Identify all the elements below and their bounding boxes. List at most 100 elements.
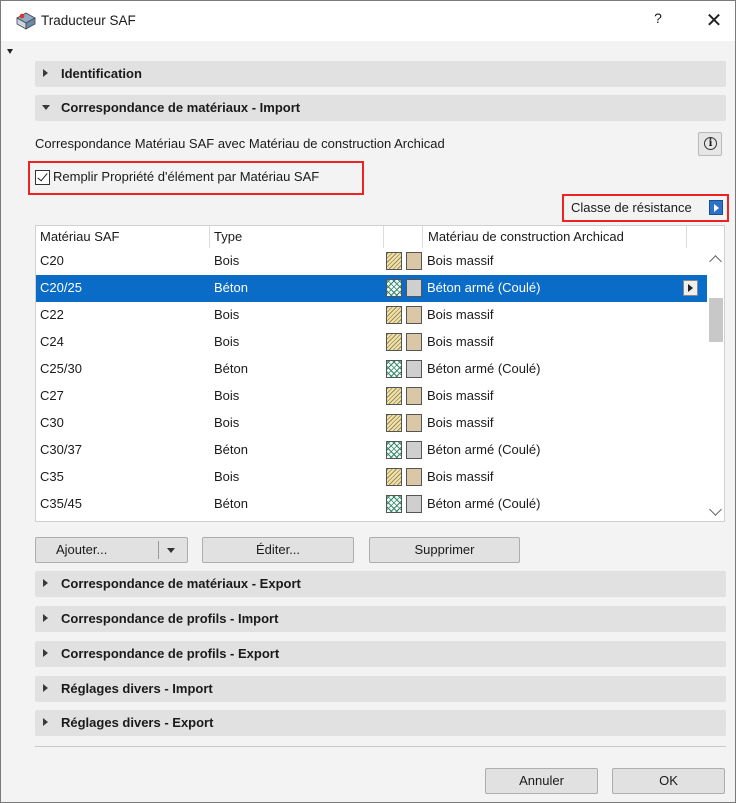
section-misc-export[interactable]: Réglages divers - Export xyxy=(35,710,726,736)
archicad-material-cell: Bois massif xyxy=(427,469,494,484)
table-row[interactable]: C35/45 Béton Béton armé (Coulé) xyxy=(36,491,707,518)
material-picker-arrow-icon[interactable] xyxy=(683,280,698,296)
info-button[interactable]: i xyxy=(698,132,722,156)
type-cell: Béton xyxy=(214,442,248,457)
archicad-material-cell: Bois massif xyxy=(427,388,494,403)
type-cell: Béton xyxy=(214,496,248,511)
section-label: Correspondance de matériaux - Export xyxy=(61,576,301,591)
app-icon xyxy=(16,12,36,30)
fill-property-checkbox[interactable] xyxy=(35,170,50,185)
wood-hatch-icon xyxy=(386,387,402,405)
saf-material-cell: C22 xyxy=(40,307,64,322)
delete-button[interactable]: Supprimer xyxy=(369,537,520,563)
section-label: Correspondance de matériaux - Import xyxy=(61,100,301,115)
concrete-hatch-icon xyxy=(386,279,402,297)
saf-material-cell: C24 xyxy=(40,334,64,349)
saf-material-cell: C25/30 xyxy=(40,361,82,376)
type-cell: Bois xyxy=(214,307,240,322)
expand-arrow-icon xyxy=(43,649,48,657)
column-header-archicad[interactable]: Matériau de construction Archicad xyxy=(428,229,624,244)
section-misc-import[interactable]: Réglages divers - Import xyxy=(35,676,726,702)
corner-marker xyxy=(7,49,13,54)
add-button[interactable]: Ajouter... xyxy=(35,537,188,563)
scroll-thumb[interactable] xyxy=(709,298,723,342)
saf-material-cell: C27 xyxy=(40,388,64,403)
archicad-material-cell: Béton armé (Coulé) xyxy=(427,361,541,376)
type-cell: Bois xyxy=(214,469,240,484)
table-header: Matériau SAF Type Matériau de constructi… xyxy=(36,226,707,248)
import-description: Correspondance Matériau SAF avec Matéria… xyxy=(35,136,445,151)
expand-arrow-icon xyxy=(43,614,48,622)
title-bar: Traducteur SAF ? ✕ xyxy=(1,1,735,41)
archicad-material-cell: Bois massif xyxy=(427,334,494,349)
dialog-window: Traducteur SAF ? ✕ Identification Corres… xyxy=(0,0,736,803)
resistance-arrow-icon[interactable] xyxy=(709,200,723,215)
collapse-arrow-icon xyxy=(42,105,50,110)
wood-hatch-icon xyxy=(386,252,402,270)
saf-material-cell: C35/45 xyxy=(40,496,82,511)
archicad-material-cell: Bois massif xyxy=(427,253,494,268)
table-row[interactable]: C24 Bois Bois massif xyxy=(36,329,707,356)
info-icon: i xyxy=(704,137,717,150)
footer-divider xyxy=(35,746,726,747)
add-button-label: Ajouter... xyxy=(56,542,108,557)
edit-button[interactable]: Éditer... xyxy=(202,537,354,563)
type-cell: Bois xyxy=(214,388,240,403)
table-row[interactable]: C25/30 Béton Béton armé (Coulé) xyxy=(36,356,707,383)
saf-material-cell: C35 xyxy=(40,469,64,484)
section-label: Réglages divers - Export xyxy=(61,715,214,730)
wood-fill-icon xyxy=(406,387,422,405)
wood-hatch-icon xyxy=(386,414,402,432)
scroll-down-icon[interactable] xyxy=(709,503,722,516)
archicad-material-cell: Bois massif xyxy=(427,307,494,322)
concrete-hatch-icon xyxy=(386,360,402,378)
table-scrollbar[interactable] xyxy=(707,248,724,521)
fill-property-label[interactable]: Remplir Propriété d'élément par Matériau… xyxy=(53,169,319,184)
saf-material-cell: C20/25 xyxy=(40,280,82,295)
wood-hatch-icon xyxy=(386,306,402,324)
section-profile-export[interactable]: Correspondance de profils - Export xyxy=(35,641,726,667)
close-icon[interactable]: ✕ xyxy=(701,8,727,32)
concrete-fill-icon xyxy=(406,279,422,297)
wood-fill-icon xyxy=(406,333,422,351)
wood-fill-icon xyxy=(406,306,422,324)
section-label: Réglages divers - Import xyxy=(61,681,213,696)
table-row[interactable]: C30 Bois Bois massif xyxy=(36,410,707,437)
column-header-type[interactable]: Type xyxy=(214,229,242,244)
section-material-export[interactable]: Correspondance de matériaux - Export xyxy=(35,571,726,597)
wood-hatch-icon xyxy=(386,468,402,486)
section-profile-import[interactable]: Correspondance de profils - Import xyxy=(35,606,726,632)
archicad-material-cell: Béton armé (Coulé) xyxy=(427,496,541,511)
help-button[interactable]: ? xyxy=(646,10,670,32)
table-row[interactable]: C20 Bois Bois massif xyxy=(36,248,707,275)
type-cell: Bois xyxy=(214,334,240,349)
cancel-button[interactable]: Annuler xyxy=(485,768,598,794)
expand-arrow-icon xyxy=(43,718,48,726)
concrete-hatch-icon xyxy=(386,495,402,513)
wood-fill-icon xyxy=(406,414,422,432)
table-row[interactable]: C30/37 Béton Béton armé (Coulé) xyxy=(36,437,707,464)
wood-fill-icon xyxy=(406,252,422,270)
window-title: Traducteur SAF xyxy=(41,13,136,28)
expand-arrow-icon xyxy=(43,579,48,587)
ok-button[interactable]: OK xyxy=(612,768,725,794)
table-row[interactable]: C20/25 Béton Béton armé (Coulé) xyxy=(36,275,707,302)
expand-arrow-icon xyxy=(43,69,48,77)
column-divider xyxy=(209,226,210,248)
column-header-saf[interactable]: Matériau SAF xyxy=(40,229,119,244)
chevron-down-icon[interactable] xyxy=(167,548,175,553)
scroll-up-icon[interactable] xyxy=(709,255,722,268)
table-row[interactable]: C35 Bois Bois massif xyxy=(36,464,707,491)
table-row[interactable]: C27 Bois Bois massif xyxy=(36,383,707,410)
archicad-material-cell: Bois massif xyxy=(427,415,494,430)
section-label: Identification xyxy=(61,66,142,81)
type-cell: Bois xyxy=(214,415,240,430)
resistance-class-label[interactable]: Classe de résistance xyxy=(571,200,692,215)
section-material-import[interactable]: Correspondance de matériaux - Import xyxy=(35,95,726,121)
table-row[interactable]: C22 Bois Bois massif xyxy=(36,302,707,329)
archicad-material-cell: Béton armé (Coulé) xyxy=(427,280,541,295)
section-identification[interactable]: Identification xyxy=(35,61,726,87)
column-divider xyxy=(383,226,384,248)
expand-arrow-icon xyxy=(43,684,48,692)
type-cell: Béton xyxy=(214,361,248,376)
